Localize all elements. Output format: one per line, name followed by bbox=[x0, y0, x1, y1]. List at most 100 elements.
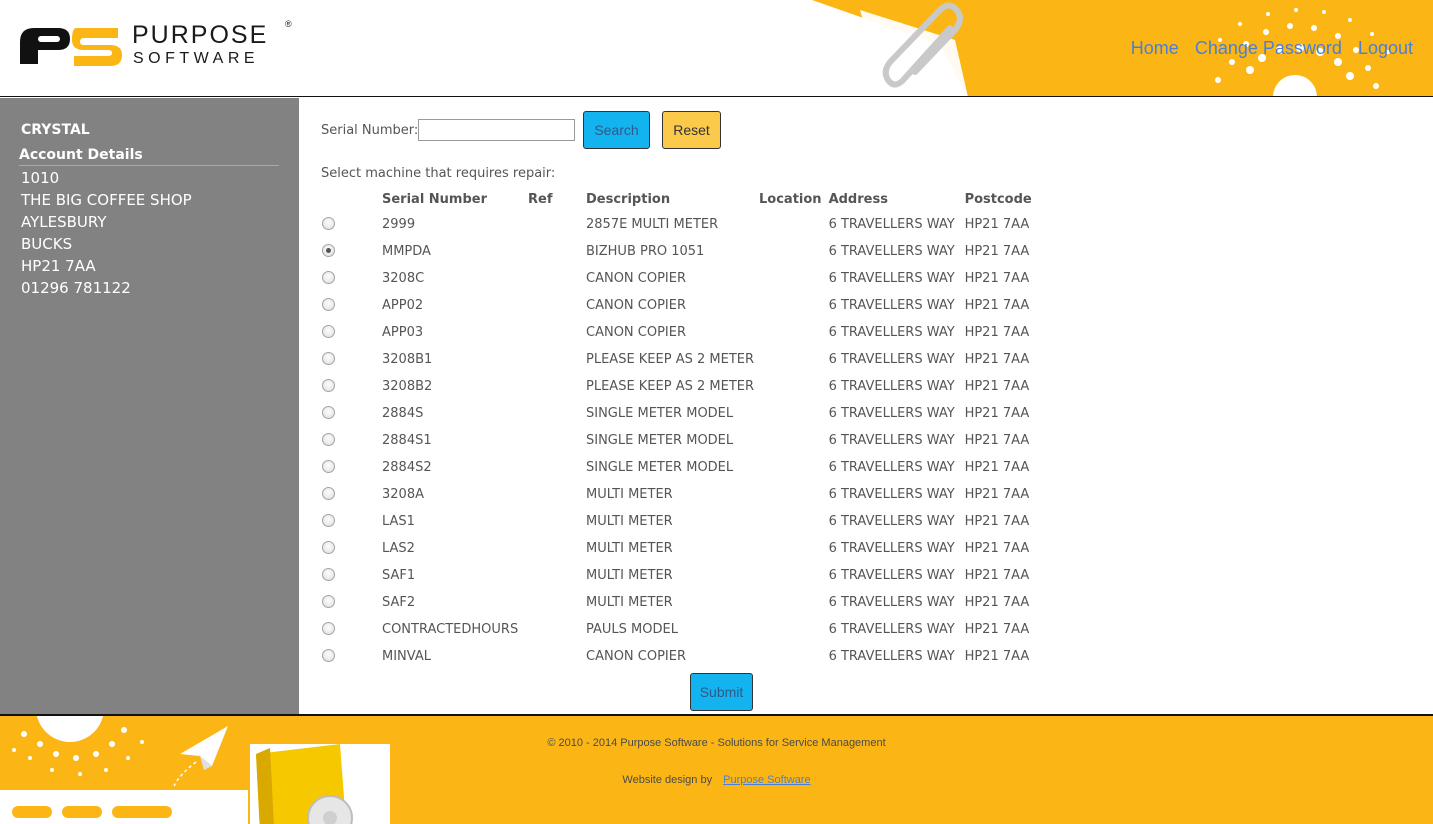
top-navigation: Home Change Password Logout bbox=[1120, 38, 1413, 59]
cell-ref bbox=[528, 265, 586, 292]
row-select-cell bbox=[321, 211, 382, 238]
row-select-cell bbox=[321, 400, 382, 427]
row-select-cell bbox=[321, 643, 382, 670]
machine-radio-button[interactable] bbox=[322, 244, 335, 257]
table-row[interactable]: 2884S2 SINGLE METER MODEL 6 TRAVELLERS WAY… bbox=[321, 454, 1035, 481]
cell-description: CANON COPIER bbox=[586, 325, 687, 340]
row-select-cell bbox=[321, 562, 382, 589]
cell-ref bbox=[528, 211, 586, 238]
cell-serial-number: 3208C bbox=[382, 271, 425, 286]
cell-postcode: HP21 7AA bbox=[964, 487, 1030, 502]
serial-number-input[interactable] bbox=[418, 119, 575, 141]
machine-radio-button[interactable] bbox=[322, 433, 335, 446]
header-divider bbox=[0, 96, 1433, 97]
machine-radio-button[interactable] bbox=[322, 541, 335, 554]
cell-postcode: HP21 7AA bbox=[964, 649, 1030, 664]
header-serial-number: Serial Number bbox=[382, 192, 488, 207]
cell-ref bbox=[528, 589, 586, 616]
cell-location bbox=[759, 400, 829, 427]
cell-serial-number: 2884S1 bbox=[382, 433, 432, 448]
cell-postcode: HP21 7AA bbox=[964, 541, 1030, 556]
table-row[interactable]: 2999 2857E MULTI METER 6 TRAVELLERS WAY HP2… bbox=[321, 211, 1035, 238]
cell-location bbox=[759, 427, 829, 454]
cell-ref bbox=[528, 373, 586, 400]
account-county: BUCKS bbox=[21, 235, 73, 253]
row-select-cell bbox=[321, 481, 382, 508]
machine-radio-button[interactable] bbox=[322, 622, 335, 635]
table-row[interactable]: APP02 CANON COPIER 6 TRAVELLERS WAY HP21 7A… bbox=[321, 292, 1035, 319]
machine-radio-button[interactable] bbox=[322, 271, 335, 284]
nav-change-password-link[interactable]: Change Password bbox=[1195, 38, 1342, 58]
nav-home-link[interactable]: Home bbox=[1131, 38, 1179, 58]
cell-description: MULTI METER bbox=[586, 568, 673, 583]
table-row[interactable]: MINVAL CANON COPIER 6 TRAVELLERS WAY HP21 7… bbox=[321, 643, 1035, 670]
table-row[interactable]: 2884S SINGLE METER MODEL 6 TRAVELLERS WAY H… bbox=[321, 400, 1035, 427]
cell-ref bbox=[528, 319, 586, 346]
machine-radio-button[interactable] bbox=[322, 649, 335, 662]
table-row[interactable]: SAF2 MULTI METER 6 TRAVELLERS WAY HP21 7AA bbox=[321, 589, 1035, 616]
machine-radio-button[interactable] bbox=[322, 406, 335, 419]
design-credit-link[interactable]: Purpose Software bbox=[723, 774, 810, 786]
machine-radio-button[interactable] bbox=[322, 568, 335, 581]
cell-address: 6 TRAVELLERS WAY bbox=[828, 622, 955, 637]
table-row[interactable]: SAF1 MULTI METER 6 TRAVELLERS WAY HP21 7AA bbox=[321, 562, 1035, 589]
cell-location bbox=[759, 643, 829, 670]
cell-postcode: HP21 7AA bbox=[964, 352, 1030, 367]
cell-location bbox=[759, 616, 829, 643]
cell-description: SINGLE METER MODEL bbox=[586, 460, 734, 475]
table-row[interactable]: MMPDA BIZHUB PRO 1051 6 TRAVELLERS WAY HP21… bbox=[321, 238, 1035, 265]
cell-ref bbox=[528, 427, 586, 454]
cell-postcode: HP21 7AA bbox=[964, 514, 1030, 529]
row-select-cell bbox=[321, 292, 382, 319]
reset-button[interactable]: Reset bbox=[662, 111, 721, 149]
cell-serial-number: SAF1 bbox=[382, 568, 416, 583]
cell-ref bbox=[528, 238, 586, 265]
header-select bbox=[321, 188, 382, 211]
table-row[interactable]: CONTRACTEDHOURS PAULS MODEL 6 TRAVELLERS W… bbox=[321, 616, 1035, 643]
table-row[interactable]: 3208C CANON COPIER 6 TRAVELLERS WAY HP21 7A… bbox=[321, 265, 1035, 292]
serial-number-label: Serial Number: bbox=[321, 123, 419, 138]
cell-address: 6 TRAVELLERS WAY bbox=[828, 217, 955, 232]
machine-radio-button[interactable] bbox=[322, 325, 335, 338]
table-row[interactable]: 3208B2 PLEASE KEEP AS 2 METER 6 TRAVELLERS… bbox=[321, 373, 1035, 400]
nav-logout-link[interactable]: Logout bbox=[1358, 38, 1413, 58]
cell-location bbox=[759, 589, 829, 616]
cell-location bbox=[759, 535, 829, 562]
submit-button[interactable]: Submit bbox=[690, 673, 753, 711]
table-row[interactable]: LAS2 MULTI METER 6 TRAVELLERS WAY HP21 7AA bbox=[321, 535, 1035, 562]
cell-serial-number: LAS2 bbox=[382, 541, 415, 556]
machine-radio-button[interactable] bbox=[322, 217, 335, 230]
table-header-row: Serial Number Ref Description Location A… bbox=[321, 188, 1035, 211]
row-select-cell bbox=[321, 319, 382, 346]
cell-location bbox=[759, 481, 829, 508]
header-description: Description bbox=[586, 192, 671, 207]
cell-location bbox=[759, 238, 829, 265]
footer-ps-logo-icon bbox=[12, 806, 172, 818]
cell-serial-number: SAF2 bbox=[382, 595, 416, 610]
machine-radio-button[interactable] bbox=[322, 379, 335, 392]
brand-name-bottom: SOFTWARE bbox=[133, 50, 260, 67]
machine-radio-button[interactable] bbox=[322, 514, 335, 527]
table-row[interactable]: LAS1 MULTI METER 6 TRAVELLERS WAY HP21 7AA bbox=[321, 508, 1035, 535]
machine-radio-button[interactable] bbox=[322, 460, 335, 473]
machine-radio-button[interactable] bbox=[322, 487, 335, 500]
search-button[interactable]: Search bbox=[583, 111, 650, 149]
cell-ref bbox=[528, 643, 586, 670]
cell-description: MULTI METER bbox=[586, 541, 673, 556]
cell-description: PLEASE KEEP AS 2 METER bbox=[586, 352, 755, 367]
cell-address: 6 TRAVELLERS WAY bbox=[828, 541, 955, 556]
cell-postcode: HP21 7AA bbox=[964, 406, 1030, 421]
machine-radio-button[interactable] bbox=[322, 352, 335, 365]
machine-radio-button[interactable] bbox=[322, 595, 335, 608]
table-row[interactable]: 2884S1 SINGLE METER MODEL 6 TRAVELLERS WAY… bbox=[321, 427, 1035, 454]
table-row[interactable]: APP03 CANON COPIER 6 TRAVELLERS WAY HP21 7A… bbox=[321, 319, 1035, 346]
site-header: PURPOSE SOFTWARE ® Home Change Password … bbox=[0, 0, 1433, 97]
table-row[interactable]: 3208A MULTI METER 6 TRAVELLERS WAY HP21 7AA bbox=[321, 481, 1035, 508]
cell-location bbox=[759, 211, 829, 238]
account-company: THE BIG COFFEE SHOP bbox=[21, 191, 192, 209]
machine-radio-button[interactable] bbox=[322, 298, 335, 311]
cell-postcode: HP21 7AA bbox=[964, 568, 1030, 583]
table-row[interactable]: 3208B1 PLEASE KEEP AS 2 METER 6 TRAVELLERS… bbox=[321, 346, 1035, 373]
cell-address: 6 TRAVELLERS WAY bbox=[828, 487, 955, 502]
cell-ref bbox=[528, 454, 586, 481]
